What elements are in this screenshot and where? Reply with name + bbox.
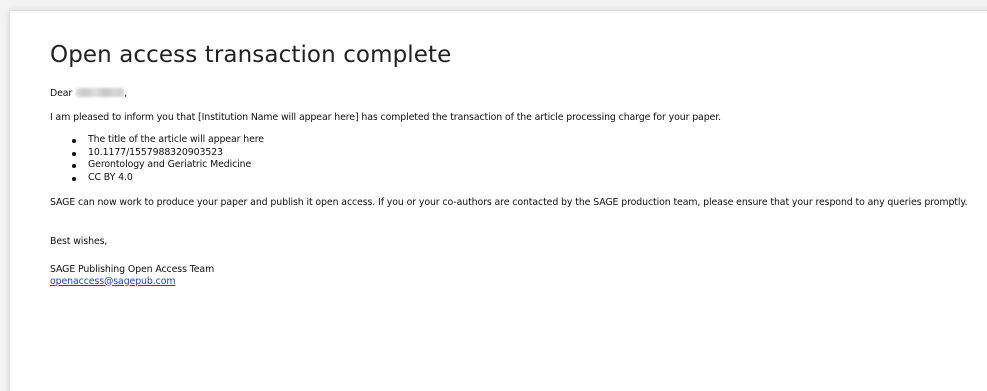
journal-name: Gerontology and Geriatric Medicine (88, 159, 252, 170)
bullet-icon (72, 164, 76, 168)
article-details-list: The title of the article will appear her… (50, 134, 980, 184)
email-viewer: Open access transaction complete Dear, I… (0, 0, 987, 391)
license: CC BY 4.0 (88, 171, 133, 183)
bullet-icon (72, 139, 76, 143)
team-signature: SAGE Publishing Open Access Team (50, 263, 215, 275)
bullet-icon (72, 176, 76, 181)
list-item: Gerontology and Geriatric Medicine (72, 159, 980, 172)
email-body: Open access transaction complete Dear, I… (50, 41, 980, 288)
article-doi: 10.1177/1557988320903523 (88, 146, 223, 158)
greeting-line: Dear, (50, 88, 980, 100)
list-item: The title of the article will appear her… (72, 134, 980, 147)
greeting-suffix: , (124, 88, 128, 99)
signoff: Best wishes, (50, 235, 108, 247)
email-message: Open access transaction complete Dear, I… (9, 10, 987, 391)
bullet-icon (72, 151, 76, 156)
list-item: CC BY 4.0 (72, 172, 980, 185)
list-item: 10.1177/1557988320903523 (72, 147, 980, 160)
contact-email-link[interactable]: openaccess@sagepub.com (50, 276, 175, 288)
redacted-recipient-name (76, 88, 125, 97)
email-title: Open access transaction complete (50, 42, 452, 68)
greeting-prefix: Dear (50, 88, 73, 99)
production-paragraph: SAGE can now work to produce your paper … (50, 197, 968, 208)
intro-paragraph: I am pleased to inform you that [Institu… (50, 112, 721, 123)
article-title: The title of the article will appear her… (88, 134, 264, 145)
